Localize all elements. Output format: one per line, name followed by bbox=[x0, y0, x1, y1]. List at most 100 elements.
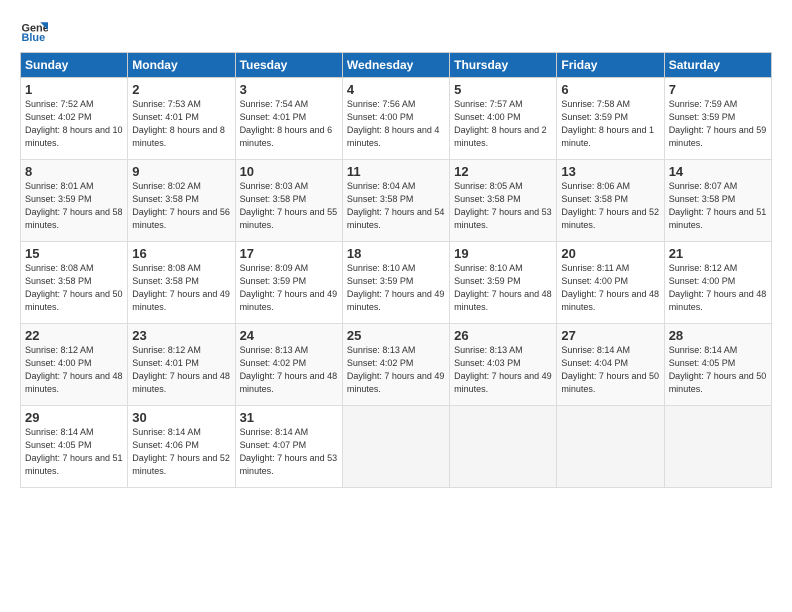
day-info: Sunrise: 8:13 AMSunset: 4:02 PMDaylight:… bbox=[347, 345, 445, 394]
day-number: 6 bbox=[561, 82, 659, 97]
day-number: 2 bbox=[132, 82, 230, 97]
day-number: 4 bbox=[347, 82, 445, 97]
calendar-week-5: 29 Sunrise: 8:14 AMSunset: 4:05 PMDayligh… bbox=[21, 406, 772, 488]
calendar-cell: 4 Sunrise: 7:56 AMSunset: 4:00 PMDaylight… bbox=[342, 78, 449, 160]
calendar-cell: 18Sunrise: 8:10 AMSunset: 3:59 PMDayligh… bbox=[342, 242, 449, 324]
day-info: Sunrise: 8:10 AMSunset: 3:59 PMDaylight:… bbox=[347, 263, 445, 312]
day-info: Sunrise: 7:59 AMSunset: 3:59 PMDaylight:… bbox=[669, 99, 767, 148]
calendar-cell: 10 Sunrise: 8:03 AMSunset: 3:58 PMDayligh… bbox=[235, 160, 342, 242]
col-header-wednesday: Wednesday bbox=[342, 53, 449, 78]
day-info: Sunrise: 8:06 AMSunset: 3:58 PMDaylight:… bbox=[561, 181, 659, 230]
day-info: Sunrise: 7:54 AMSunset: 4:01 PMDaylight:… bbox=[240, 99, 333, 148]
logo: General Blue bbox=[20, 16, 52, 44]
day-info: Sunrise: 8:09 AMSunset: 3:59 PMDaylight:… bbox=[240, 263, 338, 312]
day-info: Sunrise: 7:56 AMSunset: 4:00 PMDaylight:… bbox=[347, 99, 440, 148]
day-info: Sunrise: 8:05 AMSunset: 3:58 PMDaylight:… bbox=[454, 181, 552, 230]
calendar-cell: 16 Sunrise: 8:08 AMSunset: 3:58 PMDayligh… bbox=[128, 242, 235, 324]
day-info: Sunrise: 8:03 AMSunset: 3:58 PMDaylight:… bbox=[240, 181, 338, 230]
calendar-cell: 19 Sunrise: 8:10 AMSunset: 3:59 PMDayligh… bbox=[450, 242, 557, 324]
day-number: 8 bbox=[25, 164, 123, 179]
calendar-body: 1 Sunrise: 7:52 AMSunset: 4:02 PMDaylight… bbox=[21, 78, 772, 488]
day-info: Sunrise: 8:08 AMSunset: 3:58 PMDaylight:… bbox=[132, 263, 230, 312]
col-header-friday: Friday bbox=[557, 53, 664, 78]
calendar-week-4: 22 Sunrise: 8:12 AMSunset: 4:00 PMDayligh… bbox=[21, 324, 772, 406]
day-number: 15 bbox=[25, 246, 123, 261]
calendar-cell: 11 Sunrise: 8:04 AMSunset: 3:58 PMDayligh… bbox=[342, 160, 449, 242]
col-header-thursday: Thursday bbox=[450, 53, 557, 78]
day-number: 28 bbox=[669, 328, 767, 343]
day-number: 7 bbox=[669, 82, 767, 97]
calendar-cell bbox=[342, 406, 449, 488]
day-info: Sunrise: 8:01 AMSunset: 3:59 PMDaylight:… bbox=[25, 181, 123, 230]
calendar-cell bbox=[664, 406, 771, 488]
day-number: 30 bbox=[132, 410, 230, 425]
day-number: 21 bbox=[669, 246, 767, 261]
calendar-cell: 28Sunrise: 8:14 AMSunset: 4:05 PMDayligh… bbox=[664, 324, 771, 406]
day-number: 17 bbox=[240, 246, 338, 261]
col-header-sunday: Sunday bbox=[21, 53, 128, 78]
calendar-cell: 17 Sunrise: 8:09 AMSunset: 3:59 PMDayligh… bbox=[235, 242, 342, 324]
day-number: 14 bbox=[669, 164, 767, 179]
col-header-monday: Monday bbox=[128, 53, 235, 78]
day-info: Sunrise: 8:04 AMSunset: 3:58 PMDaylight:… bbox=[347, 181, 445, 230]
calendar-cell: 29 Sunrise: 8:14 AMSunset: 4:05 PMDayligh… bbox=[21, 406, 128, 488]
calendar-cell: 13 Sunrise: 8:06 AMSunset: 3:58 PMDayligh… bbox=[557, 160, 664, 242]
calendar-cell: 21 Sunrise: 8:12 AMSunset: 4:00 PMDayligh… bbox=[664, 242, 771, 324]
day-number: 9 bbox=[132, 164, 230, 179]
calendar-week-2: 8 Sunrise: 8:01 AMSunset: 3:59 PMDaylight… bbox=[21, 160, 772, 242]
day-info: Sunrise: 8:11 AMSunset: 4:00 PMDaylight:… bbox=[561, 263, 659, 312]
calendar-cell: 1 Sunrise: 7:52 AMSunset: 4:02 PMDaylight… bbox=[21, 78, 128, 160]
day-number: 13 bbox=[561, 164, 659, 179]
day-info: Sunrise: 7:57 AMSunset: 4:00 PMDaylight:… bbox=[454, 99, 547, 148]
calendar-cell: 22 Sunrise: 8:12 AMSunset: 4:00 PMDayligh… bbox=[21, 324, 128, 406]
day-number: 29 bbox=[25, 410, 123, 425]
day-info: Sunrise: 8:13 AMSunset: 4:03 PMDaylight:… bbox=[454, 345, 552, 394]
calendar-cell: 24Sunrise: 8:13 AMSunset: 4:02 PMDayligh… bbox=[235, 324, 342, 406]
day-number: 12 bbox=[454, 164, 552, 179]
day-info: Sunrise: 8:12 AMSunset: 4:01 PMDaylight:… bbox=[132, 345, 230, 394]
day-number: 26 bbox=[454, 328, 552, 343]
day-number: 5 bbox=[454, 82, 552, 97]
calendar-cell: 15 Sunrise: 8:08 AMSunset: 3:58 PMDayligh… bbox=[21, 242, 128, 324]
day-number: 19 bbox=[454, 246, 552, 261]
calendar-cell: 5 Sunrise: 7:57 AMSunset: 4:00 PMDaylight… bbox=[450, 78, 557, 160]
calendar-cell: 12 Sunrise: 8:05 AMSunset: 3:58 PMDayligh… bbox=[450, 160, 557, 242]
day-number: 22 bbox=[25, 328, 123, 343]
day-number: 20 bbox=[561, 246, 659, 261]
day-info: Sunrise: 8:14 AMSunset: 4:05 PMDaylight:… bbox=[25, 427, 123, 476]
day-info: Sunrise: 7:53 AMSunset: 4:01 PMDaylight:… bbox=[132, 99, 225, 148]
day-number: 31 bbox=[240, 410, 338, 425]
day-info: Sunrise: 8:12 AMSunset: 4:00 PMDaylight:… bbox=[669, 263, 767, 312]
calendar-cell: 30 Sunrise: 8:14 AMSunset: 4:06 PMDayligh… bbox=[128, 406, 235, 488]
day-number: 1 bbox=[25, 82, 123, 97]
day-info: Sunrise: 8:12 AMSunset: 4:00 PMDaylight:… bbox=[25, 345, 123, 394]
calendar-cell bbox=[557, 406, 664, 488]
logo-icon: General Blue bbox=[20, 16, 48, 44]
calendar-cell: 6Sunrise: 7:58 AMSunset: 3:59 PMDaylight… bbox=[557, 78, 664, 160]
day-number: 16 bbox=[132, 246, 230, 261]
day-number: 27 bbox=[561, 328, 659, 343]
calendar-week-3: 15 Sunrise: 8:08 AMSunset: 3:58 PMDayligh… bbox=[21, 242, 772, 324]
calendar-cell: 3 Sunrise: 7:54 AMSunset: 4:01 PMDaylight… bbox=[235, 78, 342, 160]
day-number: 23 bbox=[132, 328, 230, 343]
day-number: 24 bbox=[240, 328, 338, 343]
day-number: 3 bbox=[240, 82, 338, 97]
day-number: 11 bbox=[347, 164, 445, 179]
calendar-cell: 14 Sunrise: 8:07 AMSunset: 3:58 PMDayligh… bbox=[664, 160, 771, 242]
day-info: Sunrise: 8:08 AMSunset: 3:58 PMDaylight:… bbox=[25, 263, 123, 312]
day-number: 10 bbox=[240, 164, 338, 179]
calendar-cell: 7 Sunrise: 7:59 AMSunset: 3:59 PMDaylight… bbox=[664, 78, 771, 160]
day-info: Sunrise: 7:52 AMSunset: 4:02 PMDaylight:… bbox=[25, 99, 123, 148]
calendar-week-1: 1 Sunrise: 7:52 AMSunset: 4:02 PMDaylight… bbox=[21, 78, 772, 160]
day-number: 25 bbox=[347, 328, 445, 343]
calendar-cell: 31 Sunrise: 8:14 AMSunset: 4:07 PMDayligh… bbox=[235, 406, 342, 488]
calendar-cell: 26 Sunrise: 8:13 AMSunset: 4:03 PMDayligh… bbox=[450, 324, 557, 406]
calendar-cell: 9Sunrise: 8:02 AMSunset: 3:58 PMDaylight… bbox=[128, 160, 235, 242]
calendar-cell: 8 Sunrise: 8:01 AMSunset: 3:59 PMDaylight… bbox=[21, 160, 128, 242]
day-info: Sunrise: 8:07 AMSunset: 3:58 PMDaylight:… bbox=[669, 181, 767, 230]
day-info: Sunrise: 8:14 AMSunset: 4:04 PMDaylight:… bbox=[561, 345, 659, 394]
calendar-cell: 23 Sunrise: 8:12 AMSunset: 4:01 PMDayligh… bbox=[128, 324, 235, 406]
day-info: Sunrise: 8:14 AMSunset: 4:07 PMDaylight:… bbox=[240, 427, 338, 476]
day-info: Sunrise: 8:10 AMSunset: 3:59 PMDaylight:… bbox=[454, 263, 552, 312]
day-info: Sunrise: 8:14 AMSunset: 4:06 PMDaylight:… bbox=[132, 427, 230, 476]
